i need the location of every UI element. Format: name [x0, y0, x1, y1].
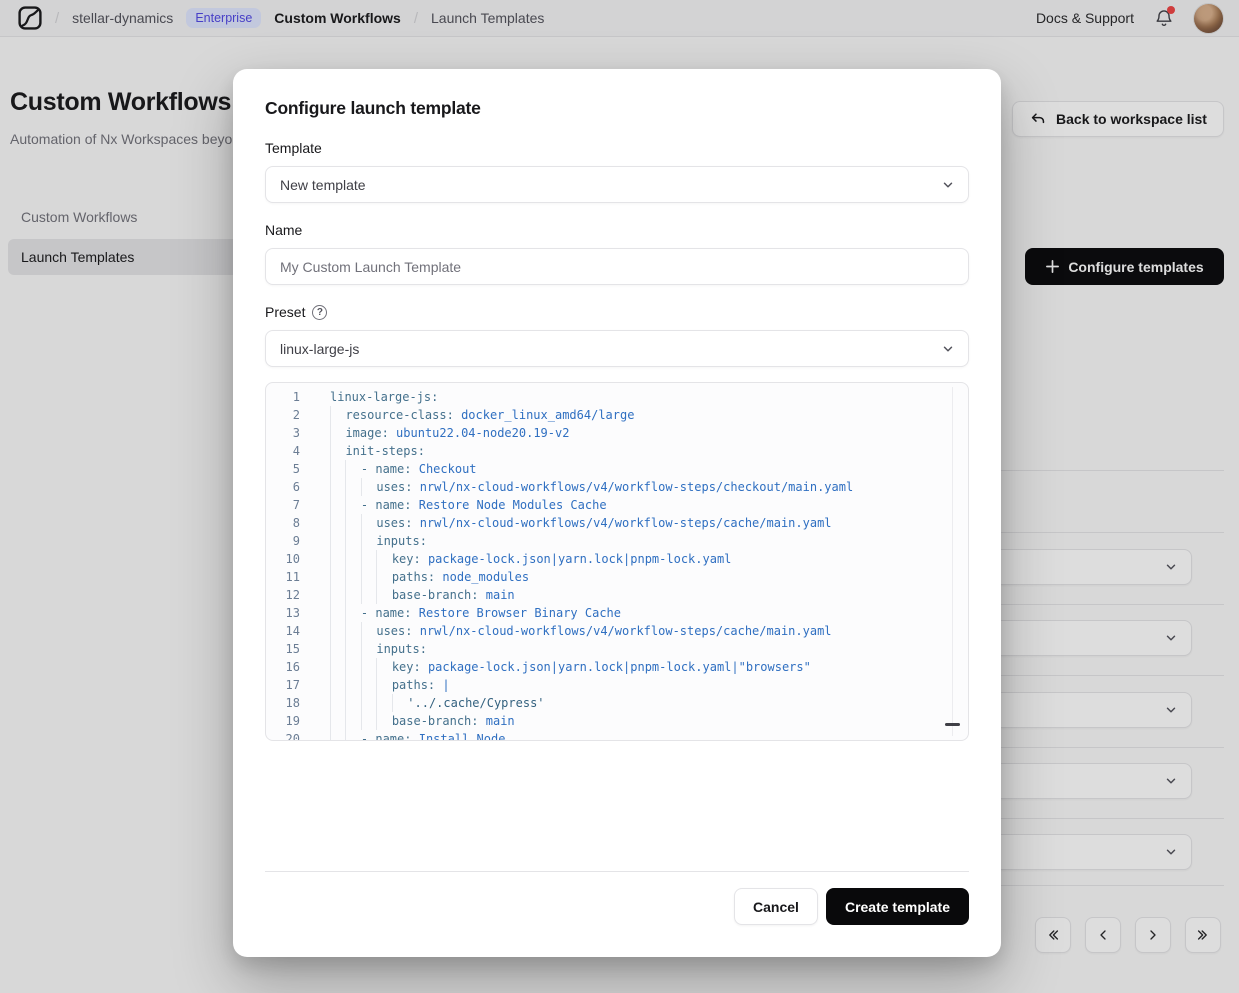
yaml-code-editor[interactable]: 1linux-large-js:2 resource-class: docker…: [265, 382, 969, 741]
preset-select[interactable]: linux-large-js: [265, 330, 969, 367]
name-label: Name: [265, 222, 302, 238]
code-line: 14 uses: nrwl/nx-cloud-workflows/v4/work…: [266, 622, 968, 640]
code-line: 9 inputs:: [266, 532, 968, 550]
code-line: 5 - name: Checkout: [266, 460, 968, 478]
chevron-down-icon: [941, 178, 955, 192]
create-template-button[interactable]: Create template: [826, 888, 969, 925]
editor-scrollbar-thumb[interactable]: [945, 723, 960, 726]
editor-scrollbar-track: [952, 387, 953, 736]
code-line: 11 paths: node_modules: [266, 568, 968, 586]
template-select-value: New template: [280, 177, 366, 193]
code-line: 16 key: package-lock.json|yarn.lock|pnpm…: [266, 658, 968, 676]
code-line: 1linux-large-js:: [266, 388, 968, 406]
code-line: 19 base-branch: main: [266, 712, 968, 730]
help-icon[interactable]: ?: [312, 305, 327, 320]
configure-launch-template-modal: Configure launch template Template New t…: [233, 69, 1001, 957]
code-line: 13 - name: Restore Browser Binary Cache: [266, 604, 968, 622]
template-select[interactable]: New template: [265, 166, 969, 203]
code-line: 15 inputs:: [266, 640, 968, 658]
code-line: 17 paths: |: [266, 676, 968, 694]
chevron-down-icon: [941, 342, 955, 356]
template-label: Template: [265, 140, 322, 156]
code-line: 2 resource-class: docker_linux_amd64/lar…: [266, 406, 968, 424]
modal-footer-divider: [265, 871, 969, 872]
code-line: 18 '../.cache/Cypress': [266, 694, 968, 712]
code-line: 6 uses: nrwl/nx-cloud-workflows/v4/workf…: [266, 478, 968, 496]
code-line: 7 - name: Restore Node Modules Cache: [266, 496, 968, 514]
preset-label: Preset ?: [265, 304, 327, 320]
code-line: 4 init-steps:: [266, 442, 968, 460]
preset-label-text: Preset: [265, 304, 305, 320]
modal-title: Configure launch template: [265, 98, 481, 119]
cancel-button[interactable]: Cancel: [734, 888, 818, 925]
preset-select-value: linux-large-js: [280, 341, 359, 357]
code-line: 20 - name: Install Node: [266, 730, 968, 741]
code-line: 12 base-branch: main: [266, 586, 968, 604]
code-line: 10 key: package-lock.json|yarn.lock|pnpm…: [266, 550, 968, 568]
code-line: 3 image: ubuntu22.04-node20.19-v2: [266, 424, 968, 442]
name-input[interactable]: [265, 248, 969, 285]
code-line: 8 uses: nrwl/nx-cloud-workflows/v4/workf…: [266, 514, 968, 532]
